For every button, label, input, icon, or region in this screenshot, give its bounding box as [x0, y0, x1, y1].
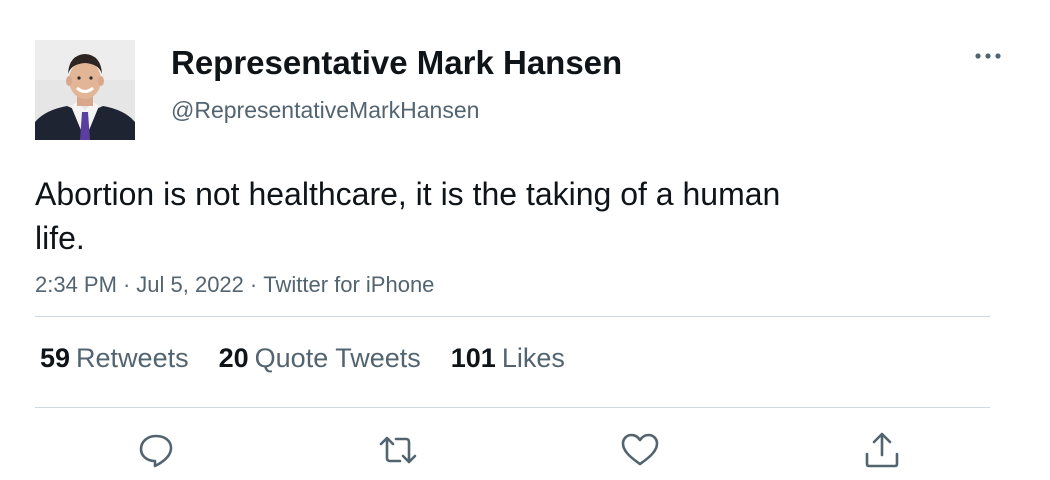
quote-tweets-label: Quote Tweets	[254, 343, 421, 373]
display-name[interactable]: Representative Mark Hansen	[171, 44, 622, 82]
retweet-icon[interactable]	[378, 430, 418, 470]
tweet-meta: 2:34 PM · Jul 5, 2022 · Twitter for iPhone	[35, 272, 434, 298]
avatar-photo	[35, 40, 135, 140]
retweets-stat[interactable]: 59 Retweets	[40, 343, 189, 374]
tweet-time[interactable]: 2:34 PM	[35, 272, 117, 297]
divider	[35, 407, 990, 408]
quote-tweets-count: 20	[218, 343, 249, 373]
likes-count: 101	[450, 343, 496, 373]
tweet-source[interactable]: Twitter for iPhone	[263, 272, 434, 297]
meta-separator: ·	[249, 272, 258, 297]
quote-tweets-stat[interactable]: 20 Quote Tweets	[219, 343, 421, 374]
tweet-date[interactable]: Jul 5, 2022	[136, 272, 244, 297]
likes-label: Likes	[501, 343, 565, 373]
reply-icon[interactable]	[136, 430, 176, 470]
tweet-stats: 59 Retweets 20 Quote Tweets 101 Likes	[40, 343, 595, 374]
heart-icon[interactable]	[620, 430, 660, 470]
likes-stat[interactable]: 101 Likes	[451, 343, 565, 374]
retweets-count: 59	[40, 343, 71, 373]
avatar[interactable]	[35, 40, 135, 140]
meta-separator: ·	[122, 272, 131, 297]
tweet-text: Abortion is not healthcare, it is the ta…	[35, 176, 781, 256]
retweets-label: Retweets	[76, 343, 189, 373]
divider	[35, 316, 990, 317]
share-icon[interactable]	[862, 430, 902, 470]
more-options-icon[interactable]	[972, 44, 1004, 68]
user-handle[interactable]: @RepresentativeMarkHansen	[171, 97, 479, 124]
